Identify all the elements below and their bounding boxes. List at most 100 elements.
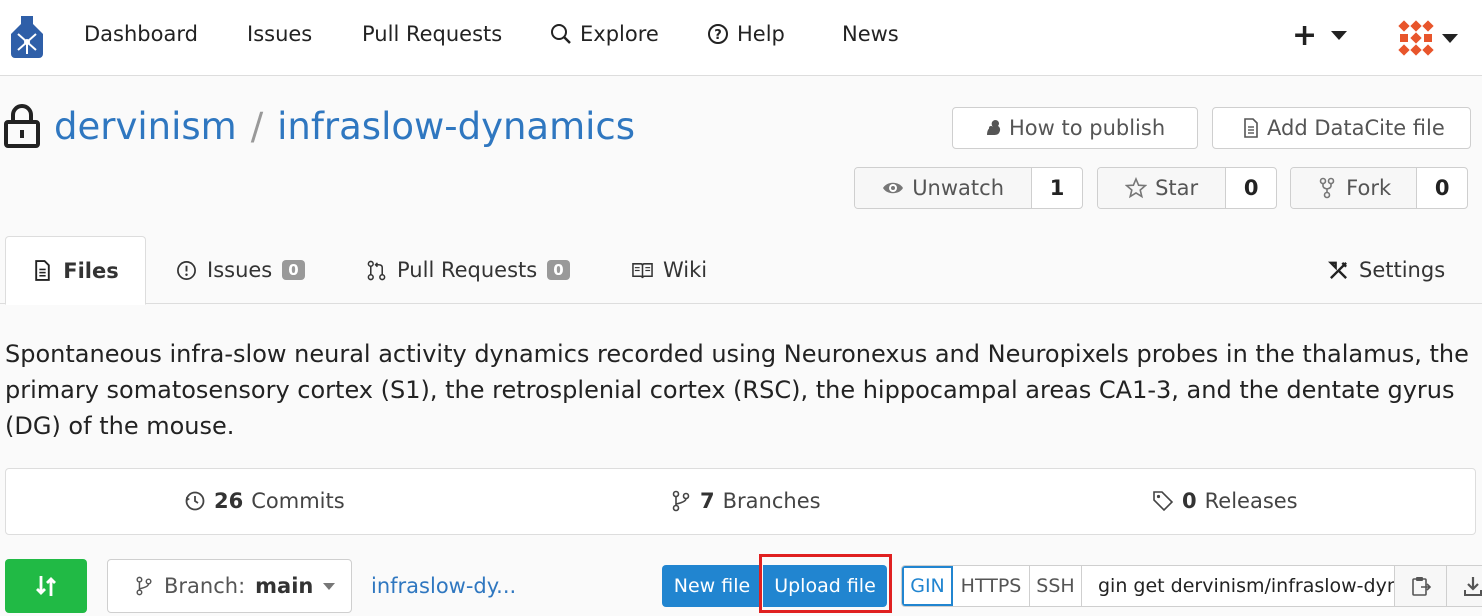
help-circle-icon: ? — [708, 24, 728, 44]
chevron-down-icon — [1331, 31, 1348, 40]
nav-help[interactable]: ? Help — [707, 22, 785, 46]
add-datacite-label: Add DataCite file — [1267, 116, 1445, 140]
commits-count: 26 — [214, 489, 244, 513]
svg-text:?: ? — [714, 28, 722, 43]
history-icon — [185, 491, 205, 511]
book-icon — [632, 262, 653, 278]
git-branch-icon — [672, 490, 690, 512]
sync-arrows-icon — [36, 576, 56, 596]
user-menu[interactable] — [1396, 18, 1458, 58]
tab-wiki[interactable]: Wiki — [632, 236, 707, 304]
commits-stat[interactable]: 26 Commits — [184, 489, 345, 513]
tab-issues[interactable]: Issues 0 — [176, 236, 305, 304]
repo-owner-link[interactable]: dervinism — [54, 105, 237, 148]
stars-count[interactable]: 0 — [1226, 168, 1276, 208]
add-datacite-button[interactable]: Add DataCite file — [1212, 107, 1471, 149]
branches-count: 7 — [700, 489, 715, 513]
clone-url-input[interactable] — [1082, 566, 1395, 606]
branches-label: Branches — [722, 489, 821, 513]
git-pull-request-icon — [367, 260, 386, 280]
fork-label: Fork — [1346, 176, 1392, 200]
download-icon — [1464, 577, 1482, 596]
top-navbar: Dashboard Issues Pull Requests Explore ?… — [0, 0, 1482, 76]
git-branch-icon — [136, 576, 152, 596]
clipboard-icon — [1411, 577, 1431, 596]
tab-files-label: Files — [63, 258, 119, 283]
star-button-group: Star 0 — [1097, 167, 1277, 209]
tab-files[interactable]: Files — [5, 236, 146, 305]
tag-icon — [1153, 491, 1174, 512]
nav-pull-requests[interactable]: Pull Requests — [362, 22, 502, 46]
file-text-icon — [35, 260, 50, 281]
upload-file-button[interactable]: Upload file — [763, 565, 887, 607]
branch-dropdown[interactable]: Branch: main — [107, 559, 352, 613]
plus-icon: + — [1292, 18, 1318, 53]
tab-pull-requests-label: Pull Requests — [397, 258, 538, 282]
fork-button-group: Fork 0 — [1290, 167, 1468, 209]
nav-pull-requests-label: Pull Requests — [362, 22, 503, 46]
branches-stat[interactable]: 7 Branches — [670, 489, 821, 513]
star-button[interactable]: Star — [1098, 168, 1227, 208]
repo-path-separator: / — [250, 104, 264, 148]
nav-help-label: Help — [737, 22, 785, 46]
nav-news-label: News — [842, 22, 899, 46]
repo-stats-bar: 26 Commits 7 Branches 0 Releases — [5, 468, 1476, 535]
file-text-icon — [1244, 118, 1258, 138]
tab-pull-requests[interactable]: Pull Requests 0 — [366, 236, 570, 304]
eye-icon — [883, 182, 904, 194]
branch-prefix: Branch: — [164, 574, 246, 598]
new-file-button[interactable]: New file — [662, 565, 762, 607]
tab-settings-label: Settings — [1359, 258, 1446, 282]
nav-dashboard[interactable]: Dashboard — [84, 22, 198, 46]
repo-tabs: Files Issues 0 Pull Requests 0 Wiki Sett… — [0, 236, 1482, 305]
repo-name-link[interactable]: infraslow-dynamics — [277, 105, 635, 148]
clone-protocol-https[interactable]: HTTPS — [953, 566, 1030, 606]
repo-root-link[interactable]: infraslow-dy... — [371, 574, 516, 598]
copy-clone-url-button[interactable] — [1395, 566, 1447, 606]
nav-issues-label: Issues — [247, 22, 313, 46]
clone-protocol-gin[interactable]: GIN — [902, 566, 953, 606]
tab-settings[interactable]: Settings — [1328, 236, 1445, 304]
create-new-dropdown[interactable]: + — [1292, 18, 1348, 53]
watch-button-group: Unwatch 1 — [854, 167, 1083, 209]
how-to-publish-label: How to publish — [1009, 116, 1166, 140]
commits-label: Commits — [251, 489, 345, 513]
clone-url-bar: GIN HTTPS SSH — [901, 565, 1482, 607]
download-archive-button[interactable] — [1447, 566, 1482, 606]
unwatch-button[interactable]: Unwatch — [855, 168, 1033, 208]
chevron-down-icon — [323, 582, 336, 590]
avatar — [1396, 18, 1436, 58]
nav-dashboard-label: Dashboard — [84, 22, 198, 46]
forks-count[interactable]: 0 — [1417, 168, 1467, 208]
star-label: Star — [1155, 176, 1199, 200]
releases-label: Releases — [1204, 489, 1298, 513]
search-icon — [551, 24, 571, 44]
repo-header: dervinism / infraslow-dynamics — [4, 104, 635, 148]
nav-news[interactable]: News — [842, 22, 899, 46]
fork-icon — [1319, 177, 1335, 199]
releases-stat[interactable]: 0 Releases — [1152, 489, 1298, 513]
tab-wiki-label: Wiki — [663, 258, 708, 282]
chevron-down-icon — [1442, 33, 1458, 43]
issues-count-badge: 0 — [282, 260, 305, 280]
squirrel-icon — [987, 120, 1001, 135]
tab-issues-label: Issues — [207, 258, 273, 282]
gin-logo-icon[interactable] — [8, 14, 46, 60]
compare-button[interactable] — [5, 559, 87, 613]
watchers-count[interactable]: 1 — [1032, 168, 1082, 208]
issue-opened-icon — [177, 260, 196, 280]
unwatch-label: Unwatch — [912, 176, 1005, 200]
how-to-publish-button[interactable]: How to publish — [952, 107, 1198, 149]
nav-issues[interactable]: Issues — [247, 22, 312, 46]
fork-button[interactable]: Fork — [1291, 168, 1418, 208]
clone-protocol-ssh[interactable]: SSH — [1030, 566, 1082, 606]
lock-icon — [4, 104, 40, 148]
releases-count: 0 — [1182, 489, 1197, 513]
pull-requests-count-badge: 0 — [547, 260, 570, 280]
nav-explore-label: Explore — [580, 22, 659, 46]
repo-description: Spontaneous infra-slow neural activity d… — [5, 340, 1469, 440]
branch-name: main — [255, 574, 314, 598]
star-icon — [1125, 177, 1148, 199]
nav-explore[interactable]: Explore — [550, 22, 659, 46]
tools-icon — [1328, 261, 1347, 279]
